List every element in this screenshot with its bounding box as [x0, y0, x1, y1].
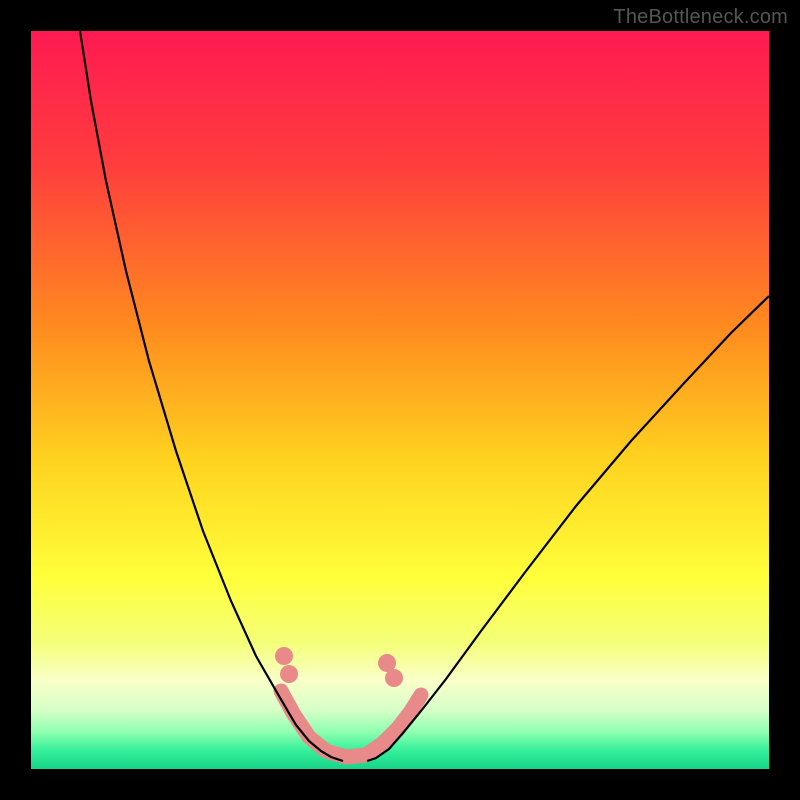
highlight-dot-3 — [385, 669, 403, 687]
highlight-dot-0 — [275, 647, 293, 665]
chart-frame: TheBottleneck.com — [0, 0, 800, 800]
highlight-dot-1 — [280, 665, 298, 683]
chart-svg — [31, 31, 769, 769]
watermark-text: TheBottleneck.com — [613, 6, 788, 29]
gradient-background — [31, 31, 769, 769]
plot-area — [31, 31, 769, 769]
